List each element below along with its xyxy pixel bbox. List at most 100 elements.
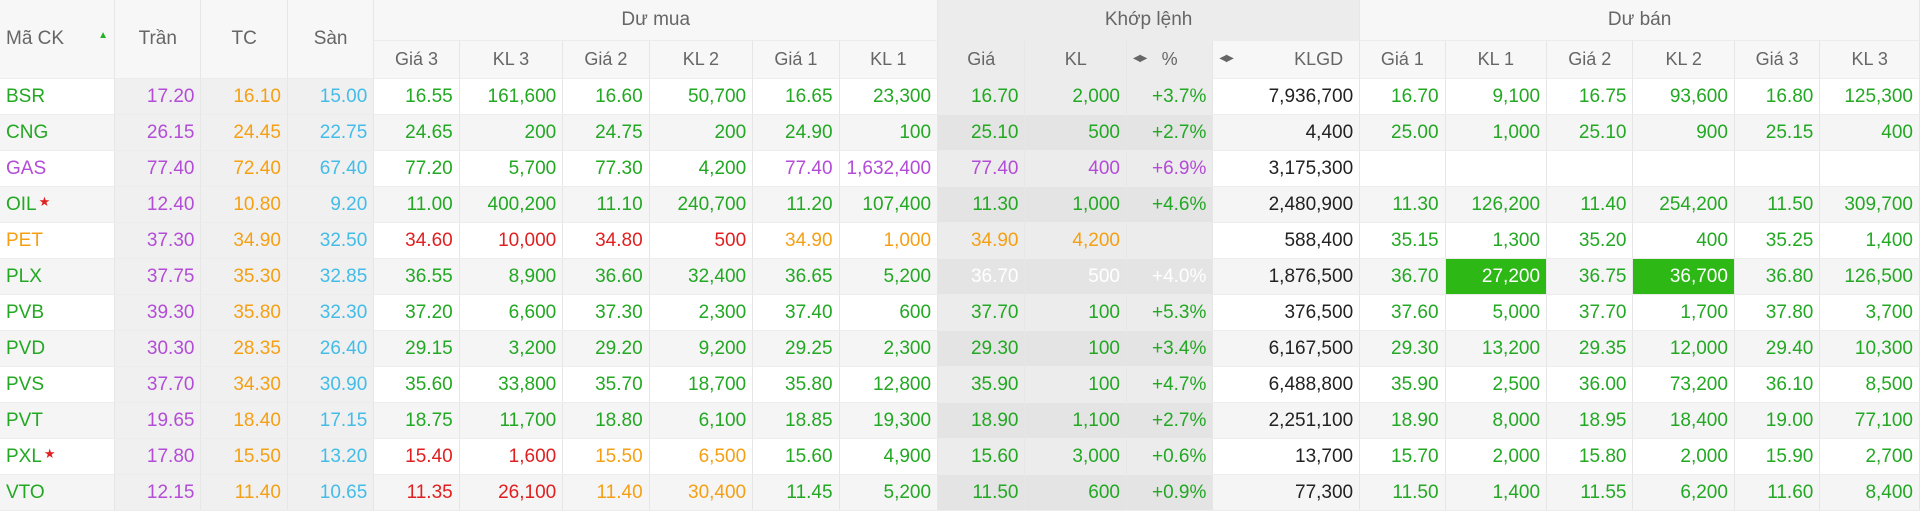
table-row[interactable]: PVS 37.70 34.30 30.90 35.60 33,800 35.70 18,700…	[0, 366, 1920, 403]
table-row[interactable]: PXL ★ 17.80 15.50 13.20 15.40 1,600 15.50 6,500 1…	[0, 438, 1920, 475]
col-header-floor[interactable]: Sàn	[287, 0, 375, 79]
buy-price2-cell: 35.70	[562, 366, 650, 403]
star-icon[interactable]: ★	[44, 446, 56, 461]
col-header-match-price[interactable]: Giá	[937, 40, 1026, 79]
total-vol-cell: 2,251,100	[1212, 402, 1361, 439]
sell-vol1-cell: 8,000	[1445, 402, 1548, 439]
sell-price3-cell: 35.25	[1734, 222, 1821, 259]
buy-price1-cell: 16.65	[752, 78, 840, 115]
buy-vol2-cell: 30,400	[649, 474, 754, 511]
sell-vol2-cell: 2,000	[1632, 438, 1735, 475]
table-row[interactable]: CNG 26.15 24.45 22.75 24.65 200 24.75 200 24.90 1…	[0, 114, 1920, 151]
col-header-sell-price1[interactable]: Giá 1	[1359, 40, 1446, 79]
ceil-price-cell: 77.40	[114, 150, 202, 187]
match-pct-cell: +5.3%	[1126, 294, 1214, 331]
match-vol-cell: 1,100	[1024, 402, 1127, 439]
symbol-cell[interactable]: PVT	[0, 402, 116, 439]
table-row[interactable]: BSR 17.20 16.10 15.00 16.55 161,600 16.60 50,70…	[0, 78, 1920, 115]
buy-price3-cell: 36.55	[373, 258, 460, 295]
col-header-buy-vol2[interactable]: KL 2	[649, 40, 754, 79]
buy-vol1-cell: 2,300	[839, 330, 939, 367]
col-header-ref[interactable]: TC	[200, 0, 288, 79]
sell-price2-cell: 36.75	[1546, 258, 1634, 295]
symbol-cell[interactable]: GAS	[0, 150, 116, 187]
ref-price-cell: 35.30	[200, 258, 288, 295]
symbol-cell[interactable]: PVD	[0, 330, 116, 367]
table-row[interactable]: PVD 30.30 28.35 26.40 29.15 3,200 29.20 9,200 29…	[0, 330, 1920, 367]
col-header-buy-vol3[interactable]: KL 3	[459, 40, 564, 79]
sort-asc-icon[interactable]: ▲	[98, 30, 108, 41]
buy-vol3-cell: 10,000	[459, 222, 564, 259]
match-vol-cell: 1,000	[1024, 186, 1127, 223]
sell-vol3-cell: 1,400	[1819, 222, 1920, 259]
match-price-cell: 16.70	[937, 78, 1026, 115]
ref-price-cell: 35.80	[200, 294, 288, 331]
symbol-cell[interactable]: PXL ★	[0, 438, 116, 475]
total-vol-cell: 3,175,300	[1212, 150, 1361, 187]
table-row[interactable]: PET 37.30 34.90 32.50 34.60 10,000 34.80 500 34.…	[0, 222, 1920, 259]
buy-vol3-cell: 26,100	[459, 474, 564, 511]
table-row[interactable]: PVB 39.30 35.80 32.30 37.20 6,600 37.30 2,300 37…	[0, 294, 1920, 331]
table-row[interactable]: OIL ★ 12.40 10.80 9.20 11.00 400,200 11.10 240,7…	[0, 186, 1920, 223]
col-header-sell-vol3[interactable]: KL 3	[1819, 40, 1920, 79]
buy-price1-cell: 11.45	[752, 474, 840, 511]
symbol-label: PXL	[6, 445, 42, 467]
ceil-price-cell: 26.15	[114, 114, 202, 151]
symbol-cell[interactable]: PET	[0, 222, 116, 259]
table-row[interactable]: VTO 12.15 11.40 10.65 11.35 26,100 11.40 30,400…	[0, 474, 1920, 511]
col-header-match-vol[interactable]: KL	[1024, 40, 1127, 79]
sell-vol3-cell: 8,400	[1819, 474, 1920, 511]
col-header-sell-price2[interactable]: Giá 2	[1546, 40, 1634, 79]
star-icon[interactable]: ★	[39, 194, 51, 209]
sell-price1-cell: 36.70	[1359, 258, 1446, 295]
sell-vol2-cell	[1632, 150, 1735, 187]
col-header-match-pct[interactable]: ◀▶ %	[1126, 40, 1214, 79]
buy-price1-cell: 37.40	[752, 294, 840, 331]
match-pct-cell: +6.9%	[1126, 150, 1214, 187]
col-header-klgd[interactable]: ◀▶ KLGD	[1212, 40, 1361, 79]
table-row[interactable]: PVT 19.65 18.40 17.15 18.75 11,700 18.80 6,100 1…	[0, 402, 1920, 439]
toggle-arrows-icon[interactable]: ◀▶	[1219, 53, 1233, 64]
sell-vol2-cell: 93,600	[1632, 78, 1735, 115]
buy-vol2-cell: 240,700	[649, 186, 754, 223]
symbol-cell[interactable]: OIL ★	[0, 186, 116, 223]
sell-price2-cell: 25.10	[1546, 114, 1634, 151]
symbol-cell[interactable]: PLX	[0, 258, 116, 295]
col-header-buy-vol1[interactable]: KL 1	[839, 40, 939, 79]
col-header-buy-price3[interactable]: Giá 3	[373, 40, 460, 79]
symbol-cell[interactable]: VTO	[0, 474, 116, 511]
buy-price3-cell: 15.40	[373, 438, 460, 475]
symbol-cell[interactable]: PVS	[0, 366, 116, 403]
floor-price-cell: 13.20	[287, 438, 375, 475]
sell-vol2-cell: 1,700	[1632, 294, 1735, 331]
symbol-cell[interactable]: CNG	[0, 114, 116, 151]
col-header-sell-vol1[interactable]: KL 1	[1445, 40, 1548, 79]
col-header-ceil[interactable]: Trần	[114, 0, 202, 79]
floor-price-cell: 32.30	[287, 294, 375, 331]
sell-price2-cell: 36.00	[1546, 366, 1634, 403]
toggle-arrows-icon[interactable]: ◀▶	[1133, 53, 1147, 64]
symbol-cell[interactable]: PVB	[0, 294, 116, 331]
col-header-sell-price3[interactable]: Giá 3	[1734, 40, 1821, 79]
group-header-sell: Dư bán	[1359, 0, 1920, 41]
ceil-price-cell: 30.30	[114, 330, 202, 367]
buy-price1-cell: 35.80	[752, 366, 840, 403]
sell-vol1-cell: 126,200	[1445, 186, 1548, 223]
table-row[interactable]: GAS 77.40 72.40 67.40 77.20 5,700 77.30 4,200 77…	[0, 150, 1920, 187]
table-row[interactable]: PLX 37.75 35.30 32.85 36.55 8,900 36.60 32,400 3…	[0, 258, 1920, 295]
sell-price3-cell: 11.60	[1734, 474, 1821, 511]
sell-vol3-cell: 77,100	[1819, 402, 1920, 439]
col-header-buy-price2[interactable]: Giá 2	[562, 40, 650, 79]
sell-price1-cell: 16.70	[1359, 78, 1446, 115]
symbol-cell[interactable]: BSR	[0, 78, 116, 115]
buy-price2-cell: 77.30	[562, 150, 650, 187]
match-price-cell: 35.90	[937, 366, 1026, 403]
buy-vol1-cell: 5,200	[839, 258, 939, 295]
sell-price3-cell: 11.50	[1734, 186, 1821, 223]
match-vol-cell: 600	[1024, 474, 1127, 511]
symbol-label: PVT	[6, 409, 43, 431]
col-header-sell-vol2[interactable]: KL 2	[1632, 40, 1735, 79]
col-header-buy-price1[interactable]: Giá 1	[752, 40, 840, 79]
col-header-symbol[interactable]: Mã CK ▲	[0, 0, 116, 79]
price-board: Mã CK ▲ Trần TC Sàn Dư mua Khớp lệnh Dư …	[0, 0, 1920, 511]
